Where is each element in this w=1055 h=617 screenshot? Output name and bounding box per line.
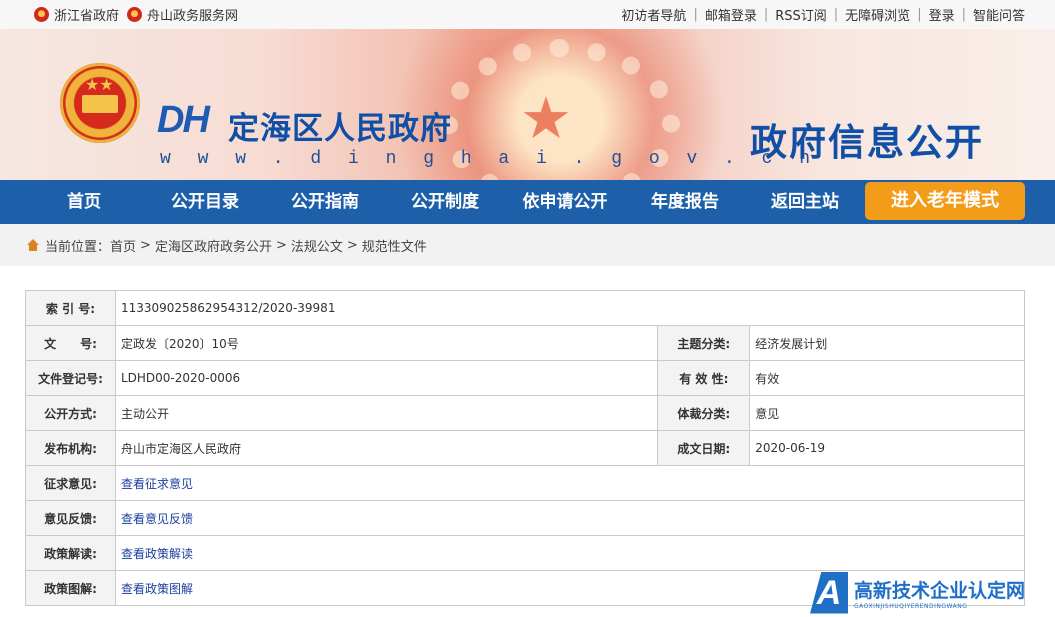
site-title[interactable]: 定海区人民政府 [228, 103, 452, 148]
issuer-value: 舟山市定海区人民政府 [114, 430, 659, 466]
breadcrumb-separator: > [275, 237, 287, 253]
zhoushan-service-link[interactable]: 舟山政务服务网 [127, 5, 238, 24]
watermark-title: 高新技术企业认定网 [854, 579, 1026, 602]
watermark-text: 高新技术企业认定网 GAOXINJISHUQIYERENDINGWANG [854, 576, 1025, 610]
index-label: 索 引 号: [25, 290, 116, 326]
table-row: 政策解读: 查看政策解读 [25, 535, 1026, 571]
breadcrumb-open-gov[interactable]: 定海区政府政务公开 [155, 236, 272, 255]
topic-value: 经济发展计划 [749, 325, 1025, 361]
validity-label: 有 效 性: [657, 360, 751, 396]
site-url: w w w . d i n g h a i . g o v . c n [160, 149, 819, 169]
divider: | [833, 7, 839, 22]
view-interpretation-link[interactable]: 查看政策解读 [121, 547, 193, 561]
nav-back-main[interactable]: 返回主站 [760, 180, 850, 224]
nav-apply[interactable]: 依申请公开 [512, 180, 618, 224]
watermark-logo-icon: A [810, 571, 848, 614]
breadcrumb-separator: > [140, 237, 151, 253]
nav-guide[interactable]: 公开指南 [280, 180, 370, 224]
breadcrumb-regulations[interactable]: 法规公文 [291, 236, 343, 255]
nav-system[interactable]: 公开制度 [400, 180, 490, 224]
smart-qa-link[interactable]: 智能问答 [973, 5, 1025, 24]
open-method-value: 主动公开 [114, 395, 659, 431]
topic-label: 主题分类: [657, 325, 751, 361]
table-row: 文件登记号: LDHD00-2020-0006 有 效 性: 有效 [25, 360, 1025, 396]
site-banner: ★ ★★ DH 定海区人民政府 w w w . d i n g h a i . … [0, 29, 1055, 180]
table-row: 意见反馈: 查看意见反馈 [25, 500, 1026, 536]
genre-value: 意见 [749, 395, 1025, 431]
open-method-label: 公开方式: [25, 395, 116, 431]
interpretation-cell: 查看政策解读 [114, 535, 1026, 571]
breadcrumb-home[interactable]: 首页 [110, 236, 136, 255]
consult-cell: 查看征求意见 [114, 465, 1026, 501]
dh-logo-mark[interactable]: DH [157, 99, 210, 142]
feedback-label: 意见反馈: [25, 500, 116, 536]
nav-annual-report[interactable]: 年度报告 [640, 180, 730, 224]
top-utility-bar: 浙江省政府 舟山政务服务网 初访者导航 | 邮箱登录 | RSS订阅 | 无障碍… [0, 0, 1055, 29]
date-value: 2020-06-19 [749, 430, 1025, 466]
date-label: 成文日期: [657, 430, 751, 466]
visitor-guide-link[interactable]: 初访者导航 [621, 5, 686, 24]
table-row: 索 引 号: 113309025862954312/2020-39981 [25, 290, 1026, 326]
breadcrumb-prefix: 当前位置： [45, 239, 111, 255]
breadcrumb-separator: > [346, 237, 358, 253]
emblem-gate-icon [82, 95, 118, 113]
view-consultation-link[interactable]: 查看征求意见 [121, 477, 193, 491]
zhejiang-gov-label: 浙江省政府 [54, 9, 120, 24]
table-row: 文 号: 定政发〔2020〕10号 主题分类: 经济发展计划 [25, 325, 1025, 361]
table-row: 发布机构: 舟山市定海区人民政府 成文日期: 2020-06-19 [25, 430, 1025, 466]
zhejiang-gov-link[interactable]: 浙江省政府 [34, 5, 119, 24]
divider: | [917, 7, 922, 22]
reg-label: 文件登记号: [25, 360, 116, 396]
national-emblem-icon [127, 7, 143, 22]
emblem-stars-icon: ★★ [85, 75, 114, 94]
doc-no-label: 文 号: [25, 325, 116, 361]
table-row: 公开方式: 主动公开 体裁分类: 意见 [25, 395, 1025, 431]
rss-link[interactable]: RSS订阅 [775, 5, 827, 24]
nav-catalog[interactable]: 公开目录 [160, 180, 250, 224]
breadcrumb: 当前位置： 首页 > 定海区政府政务公开 > 法规公文 > 规范性文件 [0, 224, 1055, 266]
divider: | [693, 7, 698, 22]
consult-label: 征求意见: [25, 465, 116, 501]
elder-mode-button[interactable]: 进入老年模式 [865, 182, 1025, 220]
national-emblem-icon [34, 7, 49, 22]
divider: | [961, 7, 966, 22]
watermark-badge: A 高新技术企业认定网 GAOXINJISHUQIYERENDINGWANG [810, 568, 1055, 617]
view-feedback-link[interactable]: 查看意见反馈 [121, 512, 193, 526]
issuer-label: 发布机构: [25, 430, 116, 466]
genre-label: 体裁分类: [657, 395, 751, 431]
zhoushan-service-label: 舟山政务服务网 [147, 9, 239, 24]
breadcrumb-normative-docs[interactable]: 规范性文件 [362, 236, 427, 255]
reg-value: LDHD00-2020-0006 [114, 360, 659, 396]
topbar-left: 浙江省政府 舟山政务服务网 [34, 5, 246, 24]
accessibility-link[interactable]: 无障碍浏览 [845, 5, 910, 24]
home-icon [27, 239, 39, 251]
nav-home[interactable]: 首页 [44, 180, 124, 224]
index-value: 113309025862954312/2020-39981 [114, 290, 1026, 326]
watermark-subtitle: GAOXINJISHUQIYERENDINGWANG [854, 602, 968, 610]
section-title: 政府信息公开 [750, 120, 984, 164]
doc-no-value: 定政发〔2020〕10号 [114, 325, 659, 361]
document-info-table: 索 引 号: 113309025862954312/2020-39981 文 号… [25, 290, 1026, 606]
mail-login-link[interactable]: 邮箱登录 [705, 5, 757, 24]
main-nav: 首页 公开目录 公开指南 公开制度 依申请公开 年度报告 返回主站 进入老年模式 [0, 180, 1055, 224]
login-link[interactable]: 登录 [929, 5, 955, 24]
national-emblem-logo[interactable]: ★★ [60, 63, 140, 143]
validity-value: 有效 [749, 360, 1025, 396]
banner-star-icon: ★ [520, 84, 572, 152]
table-row: 征求意见: 查看征求意见 [25, 465, 1026, 501]
graphic-label: 政策图解: [25, 570, 116, 606]
interpretation-label: 政策解读: [25, 535, 116, 571]
feedback-cell: 查看意见反馈 [114, 500, 1026, 536]
divider: | [763, 7, 769, 22]
topbar-right: 初访者导航 | 邮箱登录 | RSS订阅 | 无障碍浏览 | 登录 | 智能问答 [621, 5, 1025, 24]
view-graphic-link[interactable]: 查看政策图解 [121, 582, 193, 596]
